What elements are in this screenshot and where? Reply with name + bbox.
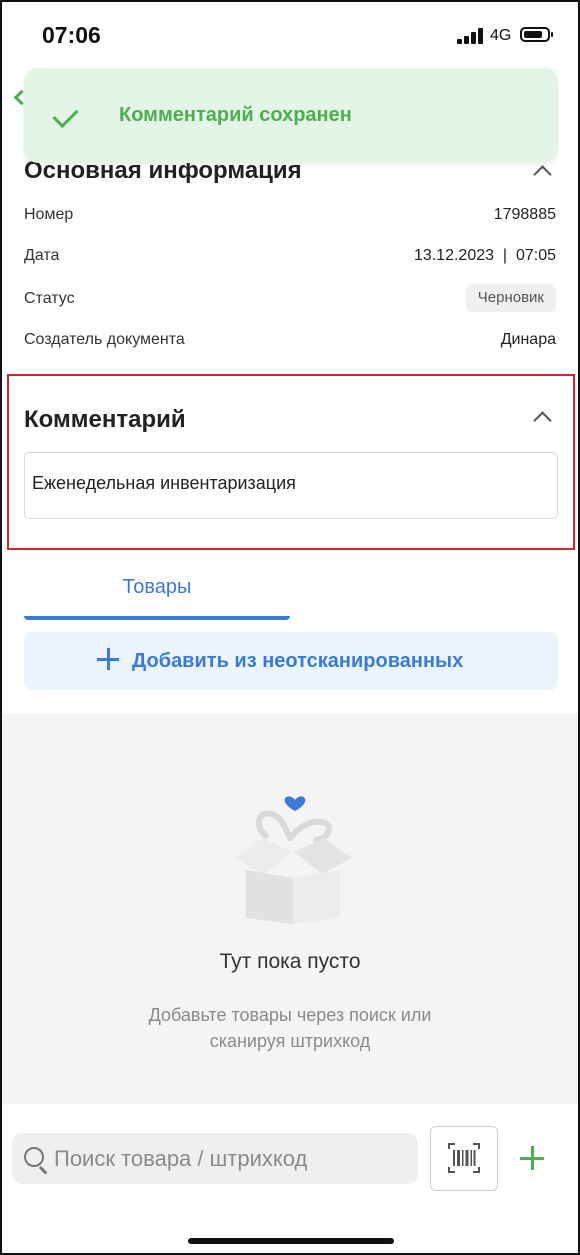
empty-state-title: Тут пока пусто	[219, 950, 361, 973]
status-time: 07:06	[42, 22, 101, 48]
tab-products-label: Товары	[122, 576, 192, 598]
app-screen: 07:06 4G Основная информация Номер 17988…	[0, 0, 580, 1255]
chevron-up-icon[interactable]	[533, 165, 552, 184]
network-type: 4G	[490, 27, 512, 44]
status-bar: 07:06 4G	[2, 2, 578, 66]
status-label: Статус	[24, 290, 75, 307]
tab-active-indicator	[24, 616, 290, 620]
toast-notification: Комментарий сохранен	[24, 68, 558, 163]
search-bar[interactable]	[12, 1133, 418, 1184]
signal-icon	[457, 28, 485, 44]
comment-text: Еженедельная инвентаризация	[32, 473, 296, 493]
toast-message: Комментарий сохранен	[119, 104, 352, 126]
number-value: 1798885	[493, 206, 556, 223]
gift-box-icon	[234, 796, 352, 924]
comment-title: Комментарий	[24, 406, 186, 433]
add-from-unscanned-button[interactable]: Добавить из неотсканированных	[24, 632, 558, 690]
creator-label: Создатель документа	[24, 331, 185, 348]
search-icon	[24, 1147, 44, 1167]
barcode-scan-icon	[448, 1143, 480, 1173]
date-label: Дата	[24, 247, 60, 264]
home-indicator	[188, 1238, 394, 1244]
search-input[interactable]	[54, 1133, 404, 1184]
add-from-unscanned-label: Добавить из неотсканированных	[132, 650, 464, 672]
status-badge: Черновик	[465, 284, 556, 312]
tab-products[interactable]: Товары	[24, 562, 290, 620]
date-value: 13.12.2023 | 07:05	[413, 247, 556, 264]
plus-icon	[97, 648, 119, 670]
check-icon	[52, 101, 79, 129]
empty-state-hint-text: Добавьте товары через поиск или сканируя…	[148, 1005, 432, 1051]
scan-barcode-button[interactable]	[430, 1126, 498, 1191]
comment-field[interactable]: Еженедельная инвентаризация	[24, 452, 558, 519]
empty-state: Тут пока пусто Добавьте товары через пои…	[2, 714, 578, 1104]
number-label: Номер	[24, 206, 74, 223]
empty-state-hint: Добавьте товары через поиск или сканируя…	[2, 1002, 578, 1054]
create-plus-button[interactable]	[520, 1146, 544, 1170]
creator-value: Динара	[500, 331, 556, 348]
battery-icon	[520, 27, 553, 42]
